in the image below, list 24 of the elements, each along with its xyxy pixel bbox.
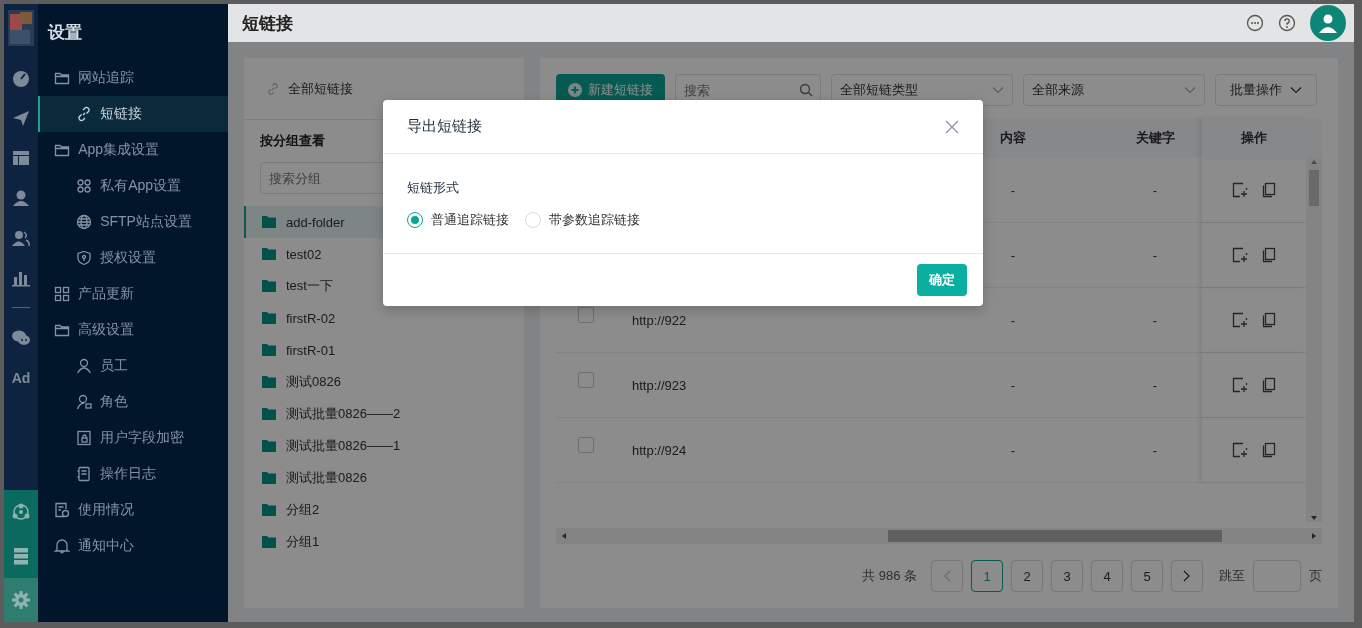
dialog-title: 导出短链接 [407, 117, 482, 136]
page-title: 短链接 [242, 12, 293, 35]
sidebar-title: 设置 [46, 21, 84, 44]
section-heading: 按分组查看 [260, 132, 325, 150]
table-cell: http://924 [632, 442, 687, 458]
field-label: 短链形式 [407, 179, 460, 197]
table-cell: - [1010, 312, 1016, 328]
table-cell: - [1152, 247, 1158, 263]
column-header: 关键字 [1135, 129, 1175, 147]
table-cell: - [1010, 182, 1016, 198]
table-cell: - [1152, 312, 1158, 328]
table-cell: - [1010, 377, 1016, 393]
table-cell: - [1010, 247, 1016, 263]
column-header: 操作 [1241, 129, 1267, 147]
table-cell: - [1152, 442, 1158, 458]
table-cell: - [1152, 182, 1158, 198]
total-count: 共 986 条 [862, 567, 917, 585]
table-cell: - [1152, 377, 1158, 393]
table-cell: http://922 [632, 312, 687, 328]
table-cell: http://923 [632, 377, 687, 393]
column-header: 内容 [1000, 129, 1026, 147]
jump-label: 跳至 [1219, 567, 1245, 585]
table-cell: - [1010, 442, 1016, 458]
page-suffix: 页 [1309, 567, 1322, 585]
